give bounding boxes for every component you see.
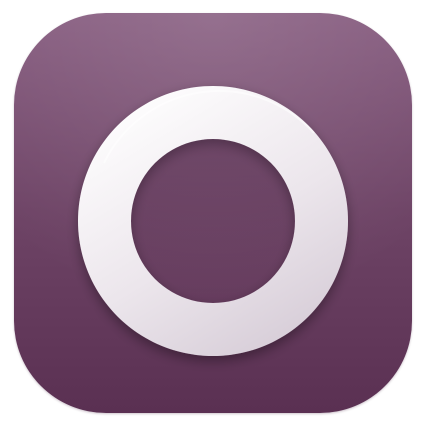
ring-app-icon[interactable] — [14, 13, 412, 413]
screen — [0, 0, 426, 426]
ring-inner-shadow — [131, 139, 295, 303]
app-icon-graphic — [14, 13, 412, 413]
